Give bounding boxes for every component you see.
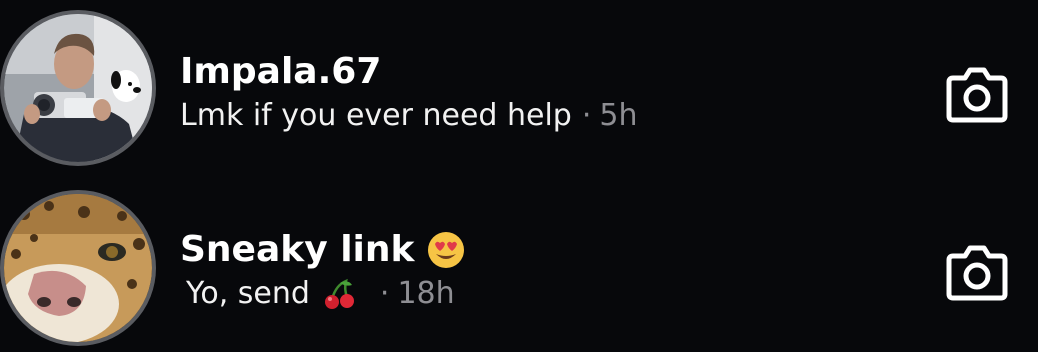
avatar-leopard-icon [4, 194, 152, 342]
thread-name-text: Sneaky link [180, 229, 415, 270]
camera-button[interactable] [945, 242, 1009, 302]
heart-eyes-emoji-icon [426, 230, 466, 270]
timestamp: 5h [599, 98, 638, 133]
message-preview: Lmk if you ever need help [180, 98, 572, 133]
avatar[interactable] [0, 10, 156, 166]
thread-name: Impala.67 [180, 51, 382, 92]
messages-list: Impala.67 Lmk if you ever need help · 5h [0, 0, 1038, 352]
avatar-person-with-camera-icon [4, 14, 152, 162]
message-preview: Yo, send [186, 276, 310, 311]
thread-preview: Yo, send · 18h [186, 274, 466, 314]
thread-row[interactable]: Impala.67 Lmk if you ever need help · 5h [0, 0, 1038, 176]
thread-texts: Impala.67 Lmk if you ever need help · 5h [180, 50, 638, 136]
timestamp: 18h [397, 276, 455, 311]
thread-texts: Sneaky link Yo, send · 18h [180, 228, 466, 314]
separator-dot: · [379, 276, 390, 311]
thread-preview: Lmk if you ever need help · 5h [180, 96, 638, 136]
thread-name: Sneaky link [180, 228, 466, 272]
cherries-emoji-icon [322, 277, 356, 311]
camera-icon [946, 67, 1008, 123]
camera-icon [946, 245, 1008, 301]
separator-dot: · [581, 98, 592, 133]
camera-button[interactable] [945, 64, 1009, 124]
thread-row[interactable]: Sneaky link Yo, send · 18h [0, 176, 1038, 352]
avatar[interactable] [0, 190, 156, 346]
